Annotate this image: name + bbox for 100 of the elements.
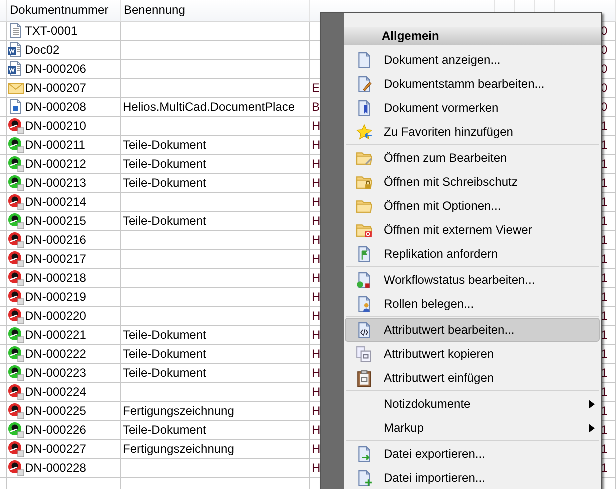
table-cell: 1 bbox=[601, 309, 608, 323]
table-cell-text: DN-000221 bbox=[25, 327, 86, 344]
table-cell: H bbox=[312, 271, 321, 285]
table-cell-text: TXT-0001 bbox=[25, 23, 78, 40]
cad-part-icon bbox=[8, 232, 24, 248]
table-cell: 1 bbox=[601, 233, 608, 247]
menu-item[interactable]: Öffnen zum Bearbeiten bbox=[345, 146, 600, 170]
table-cell: 1 bbox=[601, 328, 608, 342]
menu-item[interactable]: Rollen belegen... bbox=[345, 292, 600, 316]
cad-part-icon bbox=[8, 308, 24, 324]
table-cell: Fertigungszeichnung bbox=[123, 442, 234, 456]
text-file-icon bbox=[8, 23, 24, 39]
table-cell: Teile-Dokument bbox=[123, 138, 206, 152]
table-cell: Teile-Dokument bbox=[123, 423, 206, 437]
table-cell: 1 bbox=[601, 157, 608, 171]
menu-item[interactable]: Datei importieren... bbox=[345, 466, 600, 489]
table-cell-text: DN-000225 bbox=[25, 403, 86, 420]
star-arrow-icon bbox=[356, 124, 373, 140]
table-cell: H bbox=[312, 385, 321, 399]
column-header[interactable]: Benennung bbox=[121, 0, 310, 21]
menu-item[interactable]: Datei exportieren... bbox=[345, 442, 600, 466]
table-cell: 1 bbox=[601, 404, 608, 418]
table-cell: 1 bbox=[601, 385, 608, 399]
table-cell: H bbox=[312, 252, 321, 266]
cad-part-icon bbox=[8, 384, 24, 400]
table-cell: H bbox=[312, 214, 321, 228]
cad-part-icon bbox=[8, 251, 24, 267]
table-cell: H bbox=[312, 442, 321, 456]
table-cell-text: DN-000216 bbox=[25, 232, 86, 249]
table-cell: H bbox=[312, 309, 321, 323]
column-header[interactable]: Dokumentnummer bbox=[7, 0, 121, 21]
cad-part-icon bbox=[8, 327, 24, 343]
menu-item[interactable]: Markup bbox=[345, 416, 600, 440]
menu-item[interactable]: Attributwert kopieren bbox=[345, 342, 600, 366]
cad-part-icon bbox=[8, 213, 24, 229]
menu-item[interactable]: Öffnen mit Schreibschutz bbox=[345, 170, 600, 194]
cad-part-icon bbox=[8, 270, 24, 286]
folder-lock-icon bbox=[356, 174, 373, 190]
menu-item[interactable]: Zu Favoriten hinzufügen bbox=[345, 120, 600, 144]
menu-item[interactable]: Attributwert einfügen bbox=[345, 366, 600, 390]
table-cell: 1 bbox=[601, 214, 608, 228]
menu-item[interactable]: Notizdokumente bbox=[345, 392, 600, 416]
menu-item[interactable]: Dokument vormerken bbox=[345, 96, 600, 120]
envelope-icon bbox=[8, 80, 24, 96]
menu-item[interactable]: Dokument anzeigen... bbox=[345, 48, 600, 72]
table-cell: 1 bbox=[601, 290, 608, 304]
cad-part-icon bbox=[8, 460, 24, 476]
table-cell: Teile-Dokument bbox=[123, 347, 206, 361]
table-cell: 1 bbox=[601, 347, 608, 361]
image-file-icon bbox=[8, 99, 24, 115]
table-cell: H bbox=[312, 366, 321, 380]
cad-part-icon bbox=[8, 156, 24, 172]
document-export-icon bbox=[356, 446, 373, 462]
table-cell: H bbox=[312, 138, 321, 152]
menu-item[interactable]: Replikation anfordern bbox=[345, 242, 600, 266]
document-flag-icon bbox=[356, 246, 373, 262]
table-cell-text: DN-000219 bbox=[25, 289, 86, 306]
cad-part-icon bbox=[8, 175, 24, 191]
table-cell: Teile-Dokument bbox=[123, 366, 206, 380]
folder-pencil-icon bbox=[356, 150, 373, 166]
table-cell-text: DN-000226 bbox=[25, 422, 86, 439]
menu-item[interactable]: Dokumentstamm bearbeiten... bbox=[345, 72, 600, 96]
folder-icon bbox=[356, 198, 373, 214]
table-cell-text: DN-000223 bbox=[25, 365, 86, 382]
table-cell-text: DN-000217 bbox=[25, 251, 86, 268]
table-cell: H bbox=[312, 233, 321, 247]
table-cell: H bbox=[312, 404, 321, 418]
submenu-arrow-icon bbox=[589, 424, 595, 432]
menu-item[interactable]: Öffnen mit externem Viewer bbox=[345, 218, 600, 242]
table-cell: H bbox=[312, 461, 321, 475]
document-bookmark-icon bbox=[356, 100, 373, 116]
table-cell-text: DN-000206 bbox=[25, 61, 86, 78]
table-cell-text: DN-000215 bbox=[25, 213, 86, 230]
table-cell: Teile-Dokument bbox=[123, 214, 206, 228]
table-cell-text: DN-000222 bbox=[25, 346, 86, 363]
menu-item[interactable]: Attributwert bearbeiten... bbox=[345, 318, 600, 342]
folder-viewer-icon bbox=[356, 222, 373, 238]
table-cell: H bbox=[312, 176, 321, 190]
table-cell: Teile-Dokument bbox=[123, 328, 206, 342]
menu-item[interactable]: Workflowstatus bearbeiten... bbox=[345, 268, 600, 292]
table-cell: 1 bbox=[601, 366, 608, 380]
table-cell: 1 bbox=[601, 176, 608, 190]
document-icon bbox=[356, 52, 373, 68]
cad-part-icon bbox=[8, 403, 24, 419]
clipboard-icon bbox=[356, 370, 373, 386]
table-cell: 1 bbox=[601, 271, 608, 285]
table-cell: 1 bbox=[601, 461, 608, 475]
document-import-icon bbox=[356, 470, 373, 486]
cad-part-icon bbox=[8, 137, 24, 153]
menu-item[interactable]: Öffnen mit Optionen... bbox=[345, 194, 600, 218]
table-cell-text: Doc02 bbox=[25, 42, 60, 59]
table-cell-text: DN-000228 bbox=[25, 460, 86, 477]
table-cell-text: DN-000218 bbox=[25, 270, 86, 287]
code-document-icon bbox=[356, 322, 373, 338]
table-cell: B bbox=[312, 100, 320, 114]
document-person-icon bbox=[356, 296, 373, 312]
menu-heading: Allgemein bbox=[344, 27, 601, 45]
table-cell-text: DN-000227 bbox=[25, 441, 86, 458]
table-cell: 1 bbox=[601, 423, 608, 437]
table-cell: H bbox=[312, 290, 321, 304]
